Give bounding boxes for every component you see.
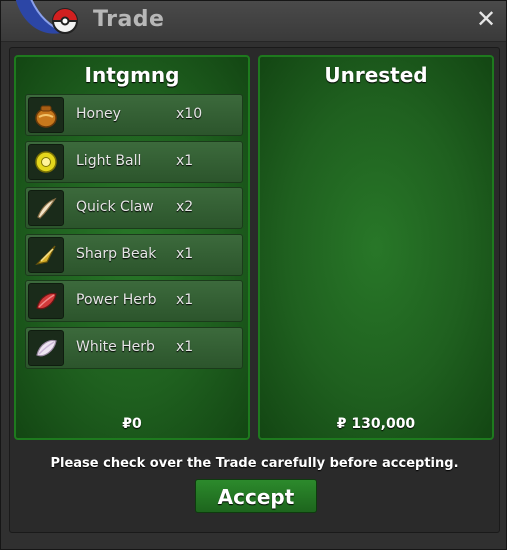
pokeball-logo-icon (5, 0, 85, 47)
item-name: Quick Claw (76, 199, 154, 215)
right-money-amount: ₽ 130,000 (336, 416, 416, 432)
item-name: Honey (76, 106, 121, 122)
trade-panel-left: Intgmng Honey x10 Light Ball x1 Quick Cl… (14, 55, 250, 440)
item-qty: x2 (176, 199, 194, 215)
list-item-sharp-beak[interactable]: Sharp Beak x1 (25, 233, 243, 276)
title-bar: Trade ✕ (1, 0, 506, 42)
window-title: Trade (93, 7, 165, 32)
right-trader-name: Unrested (324, 63, 428, 87)
list-item-honey[interactable]: Honey x10 (25, 94, 243, 136)
item-qty: x1 (176, 292, 194, 308)
item-qty: x1 (176, 338, 194, 355)
close-icon[interactable]: ✕ (474, 7, 498, 31)
item-qty: x10 (176, 106, 203, 122)
light-ball-icon (28, 143, 64, 180)
item-qty: x1 (176, 152, 194, 169)
item-name: Sharp Beak (76, 245, 157, 262)
trade-content: Intgmng Honey x10 Light Ball x1 Quick Cl… (9, 47, 500, 533)
trade-panel-right: Unrested ₽ 130,000 (258, 55, 494, 440)
list-item-white-herb[interactable]: White Herb x1 (25, 326, 243, 369)
left-trader-name: Intgmng (84, 63, 180, 87)
item-name: Light Ball (76, 152, 142, 169)
white-herb-icon (28, 329, 64, 366)
accept-button[interactable]: Accept (195, 479, 317, 513)
quick-claw-icon (28, 190, 64, 226)
trade-warning-note: Please check over the Trade carefully be… (50, 456, 459, 471)
list-item-power-herb[interactable]: Power Herb x1 (25, 280, 243, 322)
item-name: Power Herb (76, 292, 157, 308)
power-herb-icon (28, 283, 64, 319)
list-item-quick-claw[interactable]: Quick Claw x2 (25, 187, 243, 229)
honey-icon (28, 97, 64, 133)
sharp-beak-icon (28, 236, 64, 273)
trade-window: Trade ✕ Intgmng Honey x10 Light Ball x1 … (0, 0, 507, 550)
left-item-list: Honey x10 Light Ball x1 Quick Claw x2 Sh… (25, 94, 243, 373)
left-money-amount: ₽0 (122, 416, 142, 432)
item-name: White Herb (76, 338, 155, 355)
item-qty: x1 (176, 245, 194, 262)
list-item-light-ball[interactable]: Light Ball x1 (25, 140, 243, 183)
